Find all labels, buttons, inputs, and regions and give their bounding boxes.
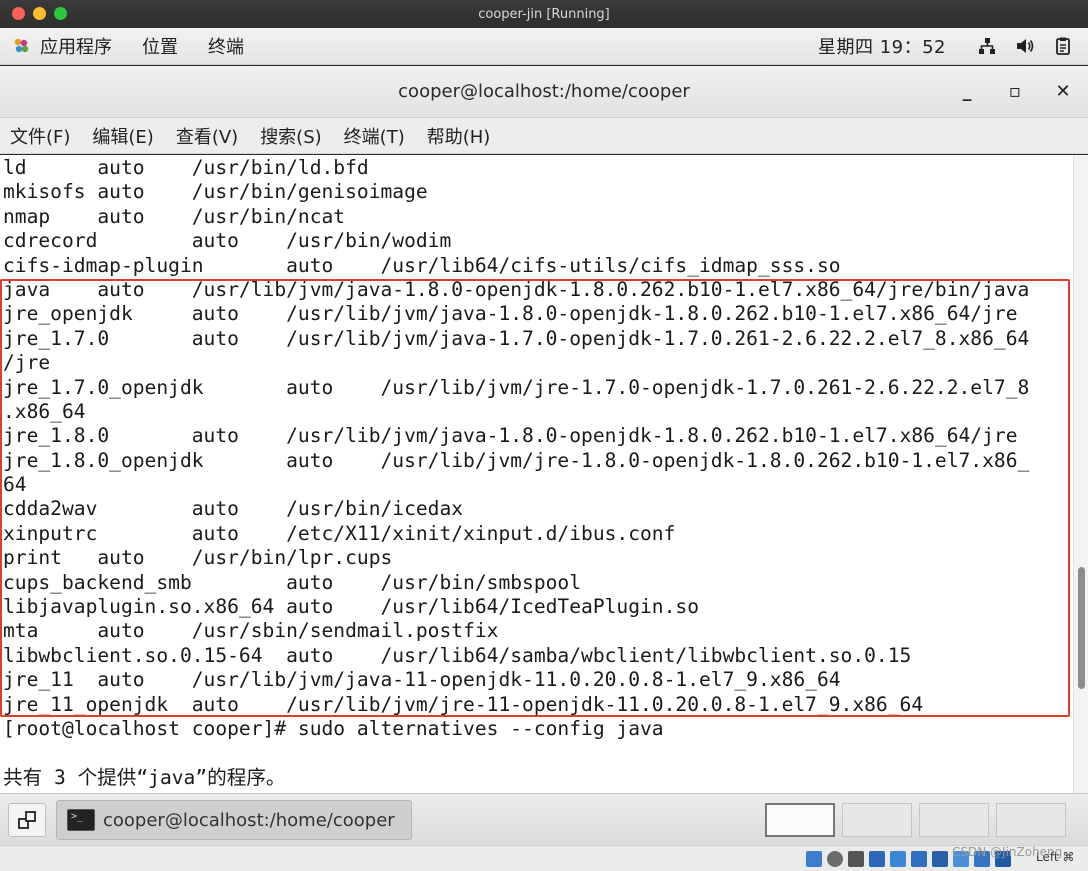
workspace-1[interactable] [765,803,835,837]
clipboard-icon[interactable] [1052,35,1074,57]
terminal-line: jre_openjdk auto /usr/lib/jvm/java-1.8.0… [3,302,1018,326]
menu-search[interactable]: 搜索(S) [260,123,321,149]
terminal-scrollbar[interactable] [1073,155,1088,793]
panel-clock[interactable]: 星期四 19：52 [818,33,946,59]
terminal-line: jre_1.8.0 auto /usr/lib/jvm/java-1.8.0-o… [3,424,1018,448]
network-adapter-icon[interactable] [869,851,885,867]
zoom-window-button[interactable] [54,7,67,20]
window-traffic-lights [12,7,67,20]
taskbar-terminal-item[interactable]: cooper@localhost:/home/cooper [56,800,412,840]
volume-icon[interactable] [1014,35,1036,57]
terminal-line: cifs-idmap-plugin auto /usr/lib64/cifs-u… [3,253,841,277]
terminal-line: .x86_64 [3,399,86,423]
vbox-status-bar: Left ⌘ [0,845,1088,871]
terminal-line: java auto /usr/lib/jvm/java-1.8.0-openjd… [3,277,1030,301]
menu-file[interactable]: 文件(F) [10,123,70,149]
terminal-line: mta auto /usr/sbin/sendmail.postfix [3,619,499,643]
usb-icon[interactable] [890,851,906,867]
terminal-output[interactable]: ld auto /usr/bin/ld.bfd mkisofs auto /usr… [0,155,1073,793]
audio-icon[interactable] [848,851,864,867]
terminal-line: libwbclient.so.0.15-64 auto /usr/lib64/s… [3,643,912,667]
terminal-line: ld auto /usr/bin/ld.bfd [3,156,369,179]
terminal-line: cdda2wav auto /usr/bin/icedax [3,497,464,521]
menu-terminal[interactable]: 终端(T) [344,123,405,149]
gnome-top-panel: 应用程序 位置 终端 星期四 19：52 [0,28,1088,65]
workspace-3[interactable] [919,803,989,837]
terminal-line: mkisofs auto /usr/bin/genisoimage [3,180,428,204]
maximize-icon[interactable]: ▫ [1004,80,1026,102]
panel-menu-places[interactable]: 位置 [142,33,178,59]
terminal-line: cdrecord auto /usr/bin/wodim [3,229,452,253]
panel-menu-terminal[interactable]: 终端 [208,33,244,59]
show-desktop-button[interactable] [8,803,46,837]
shared-folders-icon[interactable] [911,851,927,867]
terminal-line: jre_11 auto /usr/lib/jvm/java-11-openjdk… [3,668,841,692]
terminal-line: cups_backend_smb auto /usr/bin/smbspool [3,570,582,594]
terminal-line: print auto /usr/bin/lpr.cups [3,546,393,570]
terminal-line: jre_1.7.0_openjdk auto /usr/lib/jvm/jre-… [3,375,1030,399]
gnome-bottom-taskbar: cooper@localhost:/home/cooper [0,793,1088,845]
close-window-button[interactable] [12,7,25,20]
watermark-text: CSDN @JinZoheng [952,845,1063,859]
terminal-line: libjavaplugin.so.x86_64 auto /usr/lib64/… [3,595,699,619]
host-window-title: cooper-jin [Running] [478,6,610,22]
close-icon[interactable]: ✕ [1052,80,1074,102]
terminal-lines: ld auto /usr/bin/ld.bfd mkisofs auto /usr… [3,156,1029,790]
menu-view[interactable]: 查看(V) [176,123,238,149]
applications-logo-icon[interactable] [10,35,32,57]
terminal-line: nmap auto /usr/bin/ncat [3,204,346,228]
taskbar-terminal-label: cooper@localhost:/home/cooper [103,809,395,831]
terminal-menubar: 文件(F) 编辑(E) 查看(V) 搜索(S) 终端(T) 帮助(H) [0,118,1088,154]
terminal-line: jre_11_openjdk auto /usr/lib/jvm/jre-11-… [3,692,924,716]
terminal-line: 64 [3,473,27,497]
terminal-line: xinputrc auto /etc/X11/xinit/xinput.d/ib… [3,521,676,545]
terminal-line: 共有 3 个提供“java”的程序。 [3,765,286,789]
scrollbar-thumb[interactable] [1078,567,1085,689]
optical-drive-icon[interactable] [827,851,843,867]
menu-help[interactable]: 帮助(H) [427,123,491,149]
terminal-line: jre_1.7.0 auto /usr/lib/jvm/java-1.7.0-o… [3,326,1030,350]
show-desktop-icon [18,811,36,829]
terminal-line: jre_1.8.0_openjdk auto /usr/lib/jvm/jre-… [3,448,1030,472]
menu-edit[interactable]: 编辑(E) [92,123,153,149]
workspace-2[interactable] [842,803,912,837]
panel-menu-applications[interactable]: 应用程序 [40,33,112,59]
minimize-icon[interactable]: _ [956,80,978,102]
hard-disk-icon[interactable] [806,851,822,867]
display-icon[interactable] [932,851,948,867]
host-window-titlebar: cooper-jin [Running] [0,0,1088,28]
terminal-line: [root@localhost cooper]# sudo alternativ… [3,716,664,740]
terminal-window-title: cooper@localhost:/home/cooper [398,81,690,102]
terminal-app-icon [67,809,95,831]
network-icon[interactable] [976,35,998,57]
terminal-line: /jre [3,351,51,375]
terminal-headerbar: cooper@localhost:/home/cooper _ ▫ ✕ [0,66,1088,118]
minimize-window-button[interactable] [33,7,46,20]
workspace-4[interactable] [996,803,1066,837]
